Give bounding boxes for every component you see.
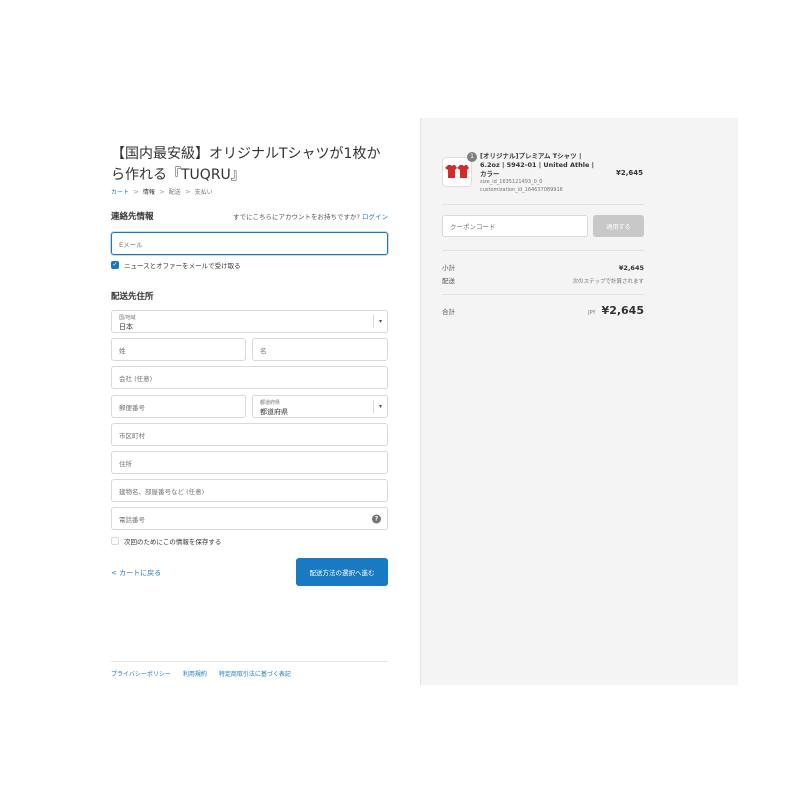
city-field[interactable]: 市区町村 xyxy=(111,423,388,446)
privacy-policy-link[interactable]: プライバシーポリシー xyxy=(111,669,171,678)
login-prompt: すでにこちらにアカウントをお持ちですか? ログイン xyxy=(233,211,388,221)
total-value: ¥2,645 xyxy=(601,304,644,317)
shipping-label: 配送 xyxy=(442,277,455,285)
prefecture-label: 都道府県 xyxy=(260,400,281,406)
continue-to-shipping-button[interactable]: 配送方法の選択へ進む xyxy=(296,558,388,586)
subtotal-label: 小計 xyxy=(442,264,455,272)
save-info-checkbox[interactable] xyxy=(111,537,119,545)
contact-section-title: 連絡先情報 xyxy=(111,212,154,222)
prefecture-value: 都道府県 xyxy=(260,408,288,416)
order-summary: 1 [オリジナル]プレミアム Tシャツ | 6.2oz | 5942-01 | … xyxy=(420,118,738,685)
prefecture-select[interactable]: 都道府県 都道府県 ▾ xyxy=(252,395,388,418)
postal-code-field[interactable]: 郵便番号 xyxy=(111,395,246,418)
shop-title[interactable]: 【国内最安級】オリジナルTシャツが1枚から作れる『TUQRU』 xyxy=(111,144,388,186)
postal-placeholder: 郵便番号 xyxy=(119,403,145,412)
city-placeholder: 市区町村 xyxy=(119,431,145,440)
footer-links: プライバシーポリシー 利用規約 特定商取引法に基づく表記 xyxy=(111,669,291,678)
product-size-id: size_id_1635121493_0_0 xyxy=(480,179,543,185)
chevron-down-icon: ▾ xyxy=(373,400,387,413)
coupon-input[interactable]: クーポンコード xyxy=(442,215,588,237)
subtotal-value: ¥2,645 xyxy=(618,264,644,272)
newsletter-label: ニュースとオファーをメールで受け取る xyxy=(124,262,241,270)
subtotal-row: 小計 ¥2,645 xyxy=(442,262,644,272)
total-amount: JPY ¥2,645 xyxy=(588,304,644,317)
has-account-text: すでにこちらにアカウントをお持ちですか? xyxy=(233,213,360,221)
first-name-placeholder: 名 xyxy=(260,346,267,355)
last-name-field[interactable]: 姓 xyxy=(111,338,246,361)
shipping-section-title: 配送先住所 xyxy=(111,292,154,302)
save-info-label: 次回のためにこの情報を保存する xyxy=(124,538,222,546)
email-field[interactable]: Eメール xyxy=(111,232,388,255)
quantity-badge: 1 xyxy=(467,152,477,162)
legal-notice-link[interactable]: 特定商取引法に基づく表記 xyxy=(219,669,291,678)
summary-divider xyxy=(442,250,644,251)
product-customization-id: customization_id_164637089916 xyxy=(480,187,563,193)
terms-link[interactable]: 利用規約 xyxy=(183,669,207,678)
apartment-placeholder: 建物名、部屋番号など (任意) xyxy=(119,487,205,496)
product-price: ¥2,645 xyxy=(615,169,643,177)
newsletter-option[interactable]: ✓ ニュースとオファーをメールで受け取る xyxy=(111,260,241,270)
login-link[interactable]: ログイン xyxy=(362,213,388,221)
address-placeholder: 住所 xyxy=(119,459,132,468)
coupon-placeholder: クーポンコード xyxy=(450,223,496,231)
breadcrumb-cart[interactable]: カート xyxy=(111,187,129,196)
chevron-down-icon: ▾ xyxy=(373,315,387,328)
breadcrumb-sep-icon: > xyxy=(158,187,165,196)
newsletter-checkbox[interactable]: ✓ xyxy=(111,261,119,269)
summary-divider xyxy=(442,204,644,205)
apartment-field[interactable]: 建物名、部屋番号など (任意) xyxy=(111,479,388,502)
total-currency: JPY xyxy=(588,310,596,316)
breadcrumb-sep-icon: > xyxy=(133,187,139,196)
footer-divider xyxy=(111,661,388,662)
country-label: 国/地域 xyxy=(119,315,136,321)
company-field[interactable]: 会社 (任意) xyxy=(111,366,388,389)
apply-coupon-button[interactable]: 適用する xyxy=(593,215,644,237)
save-info-option[interactable]: 次回のためにこの情報を保存する xyxy=(111,536,221,546)
phone-placeholder: 電話番号 xyxy=(119,515,145,524)
product-thumbnail xyxy=(442,157,472,187)
breadcrumb-sep-icon: > xyxy=(184,187,191,196)
summary-divider xyxy=(442,294,644,295)
product-name: [オリジナル]プレミアム Tシャツ | 6.2oz | 5942-01 | Un… xyxy=(480,152,595,178)
shipping-row: 配送 次のステップで計算されます xyxy=(442,275,644,285)
country-select[interactable]: 国/地域 日本 ▾ xyxy=(111,310,388,333)
help-icon[interactable]: ? xyxy=(372,514,381,523)
breadcrumb-info: 情報 xyxy=(142,189,155,196)
last-name-placeholder: 姓 xyxy=(119,346,126,355)
breadcrumb: カート > 情報 > 配送 > 支払い xyxy=(111,187,213,197)
phone-field[interactable]: 電話番号 ? xyxy=(111,507,388,530)
total-row: 合計 JPY ¥2,645 xyxy=(442,304,644,317)
back-to-cart-link[interactable]: < カートに戻る xyxy=(111,568,161,578)
shipping-value: 次のステップで計算されます xyxy=(572,279,644,285)
breadcrumb-shipping: 配送 xyxy=(168,189,181,196)
company-placeholder: 会社 (任意) xyxy=(119,374,153,383)
email-placeholder: Eメール xyxy=(119,240,143,249)
tshirt-icon xyxy=(445,165,469,178)
address-field[interactable]: 住所 xyxy=(111,451,388,474)
country-value: 日本 xyxy=(119,323,133,331)
total-label: 合計 xyxy=(442,308,455,316)
breadcrumb-payment: 支払い xyxy=(194,189,213,196)
first-name-field[interactable]: 名 xyxy=(252,338,388,361)
